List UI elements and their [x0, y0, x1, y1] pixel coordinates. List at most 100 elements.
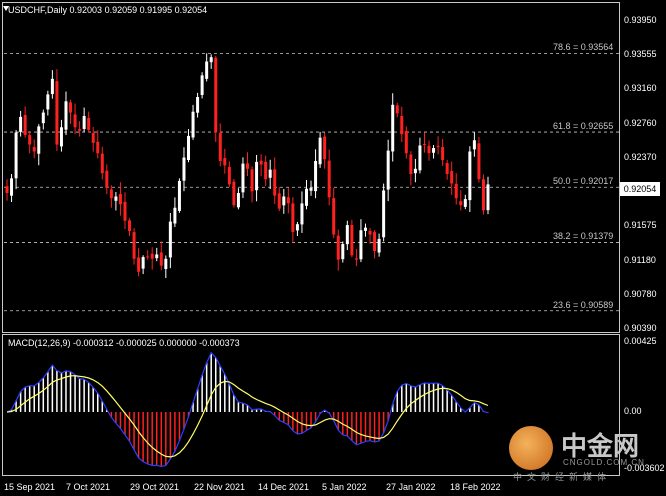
time-tick-label: 7 Oct 2021: [66, 482, 111, 492]
candle-body-10: [50, 78, 54, 95]
candle-body-1: [10, 178, 14, 196]
macd-tick-label: 0.00425: [624, 336, 657, 346]
candle-body-94: [432, 148, 436, 153]
candle-body-40: [187, 135, 191, 161]
candle-body-82: [377, 238, 381, 253]
candle-body-80: [368, 230, 372, 235]
fib-label-2: 50.0 = 0.92017: [553, 176, 614, 187]
candle-body-43: [200, 75, 204, 95]
price-tick-label: 0.92370: [624, 151, 657, 162]
candle-body-6: [32, 146, 36, 152]
candle-body-50: [232, 181, 236, 206]
price-tick-label: 0.93160: [624, 83, 657, 94]
candle-body-86: [395, 105, 399, 114]
watermark-logo: 中金网 CNGOLD.COM.CN 中文财经新媒体: [505, 418, 665, 483]
price-tick-label: 0.90780: [624, 289, 657, 300]
time-tick-label: 14 Dec 2021: [258, 482, 310, 492]
candle-body-39: [182, 157, 186, 181]
candle-body-79: [363, 227, 367, 231]
candle-body-106: [486, 184, 490, 211]
candle-body-45: [209, 57, 213, 63]
candle-body-103: [472, 140, 476, 150]
time-tick-label: 5 Jan 2022: [322, 482, 367, 492]
macd-tick-label: 0.00: [624, 406, 642, 416]
time-tick-label: 18 Feb 2022: [450, 482, 501, 492]
candle-body-96: [441, 146, 445, 161]
candle-body-57: [264, 161, 268, 180]
candle-body-85: [391, 104, 395, 152]
candle-body-2: [14, 132, 18, 179]
fib-label-0: 78.6 = 0.93564: [553, 42, 614, 53]
time-tick-label: 22 Nov 2021: [194, 482, 246, 492]
candle-body-46: [214, 57, 218, 133]
candle-body-62: [286, 197, 290, 204]
candle-body-58: [268, 169, 272, 178]
price-tick-label: 0.92760: [624, 117, 657, 128]
time-tick-label: 27 Jan 2022: [386, 482, 436, 492]
candle-body-101: [463, 199, 467, 207]
candle-body-48: [223, 158, 227, 166]
candle-body-76: [350, 224, 354, 256]
candle-body-9: [46, 94, 50, 110]
candle-body-83: [382, 190, 386, 238]
fib-label-4: 23.6 = 0.90589: [553, 299, 614, 310]
time-tick-label: 29 Oct 2021: [130, 482, 180, 492]
candle-body-81: [373, 232, 377, 251]
candle-body-47: [218, 132, 222, 162]
candle-body-35: [164, 258, 168, 269]
candle-body-31: [146, 256, 150, 258]
candle-body-30: [141, 257, 145, 269]
fib-label-3: 38.2 = 0.91379: [553, 231, 614, 242]
candle-body-5: [28, 135, 32, 145]
candle-body-26: [123, 201, 127, 221]
candle-body-67: [309, 187, 313, 191]
candle-body-99: [454, 183, 458, 199]
candle-body-53: [246, 163, 249, 169]
candle-body-14: [69, 102, 73, 113]
price-tick-label: 0.91180: [624, 254, 656, 265]
logo-url-text: CNGOLD.COM.CN: [563, 458, 645, 467]
price-tick-label: 0.93555: [624, 49, 657, 60]
candle-body-42: [196, 97, 200, 113]
chart-header: USDCHF,Daily 0.92003 0.92059 0.91995 0.9…: [8, 6, 207, 15]
candle-body-25: [118, 194, 122, 205]
candle-body-64: [295, 224, 299, 231]
candle-body-65: [300, 203, 304, 225]
candle-body-84: [386, 150, 390, 190]
candle-body-71: [327, 160, 331, 198]
candle-body-12: [59, 127, 63, 147]
price-tick-label: 0.90390: [624, 323, 657, 333]
candle-body-68: [314, 161, 318, 192]
logo-slogan-text: 中文财经新媒体: [513, 473, 612, 483]
candle-body-16: [78, 129, 82, 131]
fib-label-1: 61.8 = 0.92655: [553, 121, 614, 132]
candle-body-41: [191, 111, 195, 138]
candle-body-18: [87, 117, 91, 130]
candle-body-91: [418, 145, 422, 171]
candle-body-19: [91, 133, 95, 143]
candle-body-104: [477, 143, 481, 180]
candle-body-32: [150, 253, 154, 259]
logo-emblem-icon: [509, 426, 553, 470]
candle-body-63: [291, 203, 295, 232]
candle-body-92: [422, 144, 426, 146]
candle-body-55: [255, 161, 259, 191]
candle-body-52: [241, 163, 245, 193]
candle-body-27: [128, 220, 132, 232]
candle-body-100: [459, 201, 463, 206]
candle-body-4: [23, 114, 27, 136]
candle-body-24: [114, 196, 118, 201]
symbol-label: USDCHF,Daily: [8, 5, 68, 15]
candle-body-90: [413, 168, 417, 174]
candle-body-72: [332, 198, 336, 235]
price-tick-label: 0.93950: [624, 15, 657, 25]
candle-body-70: [323, 136, 327, 160]
candle-body-102: [468, 151, 472, 201]
candle-body-29: [137, 257, 141, 272]
candle-body-78: [359, 230, 363, 260]
candle-body-97: [445, 163, 449, 174]
candle-body-60: [277, 193, 281, 209]
candle-body-11: [55, 81, 59, 145]
time-tick-label: 15 Sep 2021: [4, 482, 56, 492]
candle-body-34: [159, 252, 163, 266]
